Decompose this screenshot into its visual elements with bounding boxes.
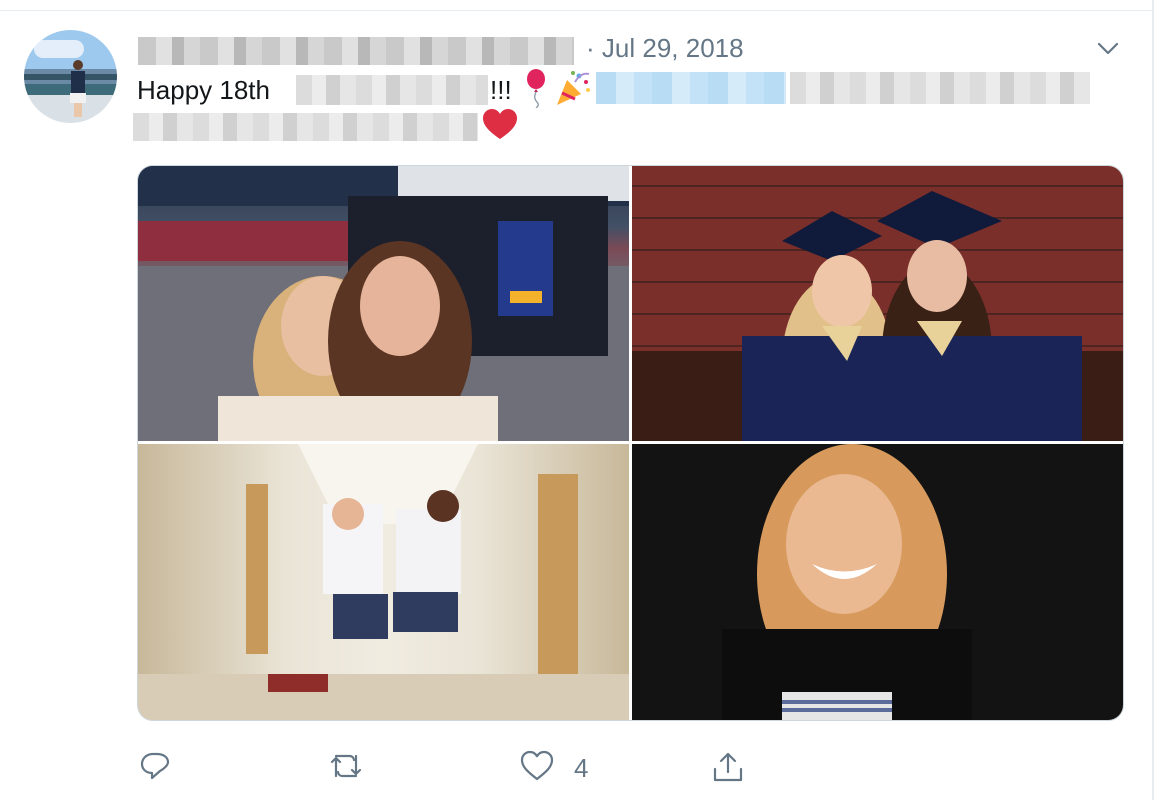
redacted-text-line2 xyxy=(133,113,478,141)
share-icon[interactable] xyxy=(711,750,745,784)
photo-portrait-smile[interactable] xyxy=(632,444,1123,720)
redacted-mention[interactable] xyxy=(596,72,786,104)
photo-graduation[interactable] xyxy=(632,166,1123,441)
tweet-text-exclaim: !!! xyxy=(490,75,512,105)
chevron-down-icon[interactable] xyxy=(1096,36,1120,60)
photo-hallway-jump[interactable] xyxy=(138,444,629,720)
like-count: 4 xyxy=(574,753,589,783)
heart-icon[interactable] xyxy=(520,750,554,782)
redacted-author-name[interactable] xyxy=(138,37,574,65)
reply-icon[interactable] xyxy=(139,750,171,782)
date-text: Jul 29, 2018 xyxy=(601,33,744,63)
retweet-icon[interactable] xyxy=(328,750,364,782)
redacted-text-line1 xyxy=(790,72,1090,104)
party-popper-emoji xyxy=(557,71,590,105)
photo-stadium-concert[interactable] xyxy=(138,166,629,441)
timeline-top-divider xyxy=(0,0,1154,11)
tweet-text-prefix: Happy 18th xyxy=(137,75,270,105)
date-separator: · xyxy=(586,33,595,63)
redacted-text-name xyxy=(296,75,488,105)
media-grid xyxy=(137,165,1124,721)
balloon-emoji xyxy=(527,69,545,108)
tweet-date[interactable]: · Jul 29, 2018 xyxy=(586,33,744,64)
red-heart-emoji xyxy=(483,109,517,139)
avatar[interactable] xyxy=(24,30,117,123)
